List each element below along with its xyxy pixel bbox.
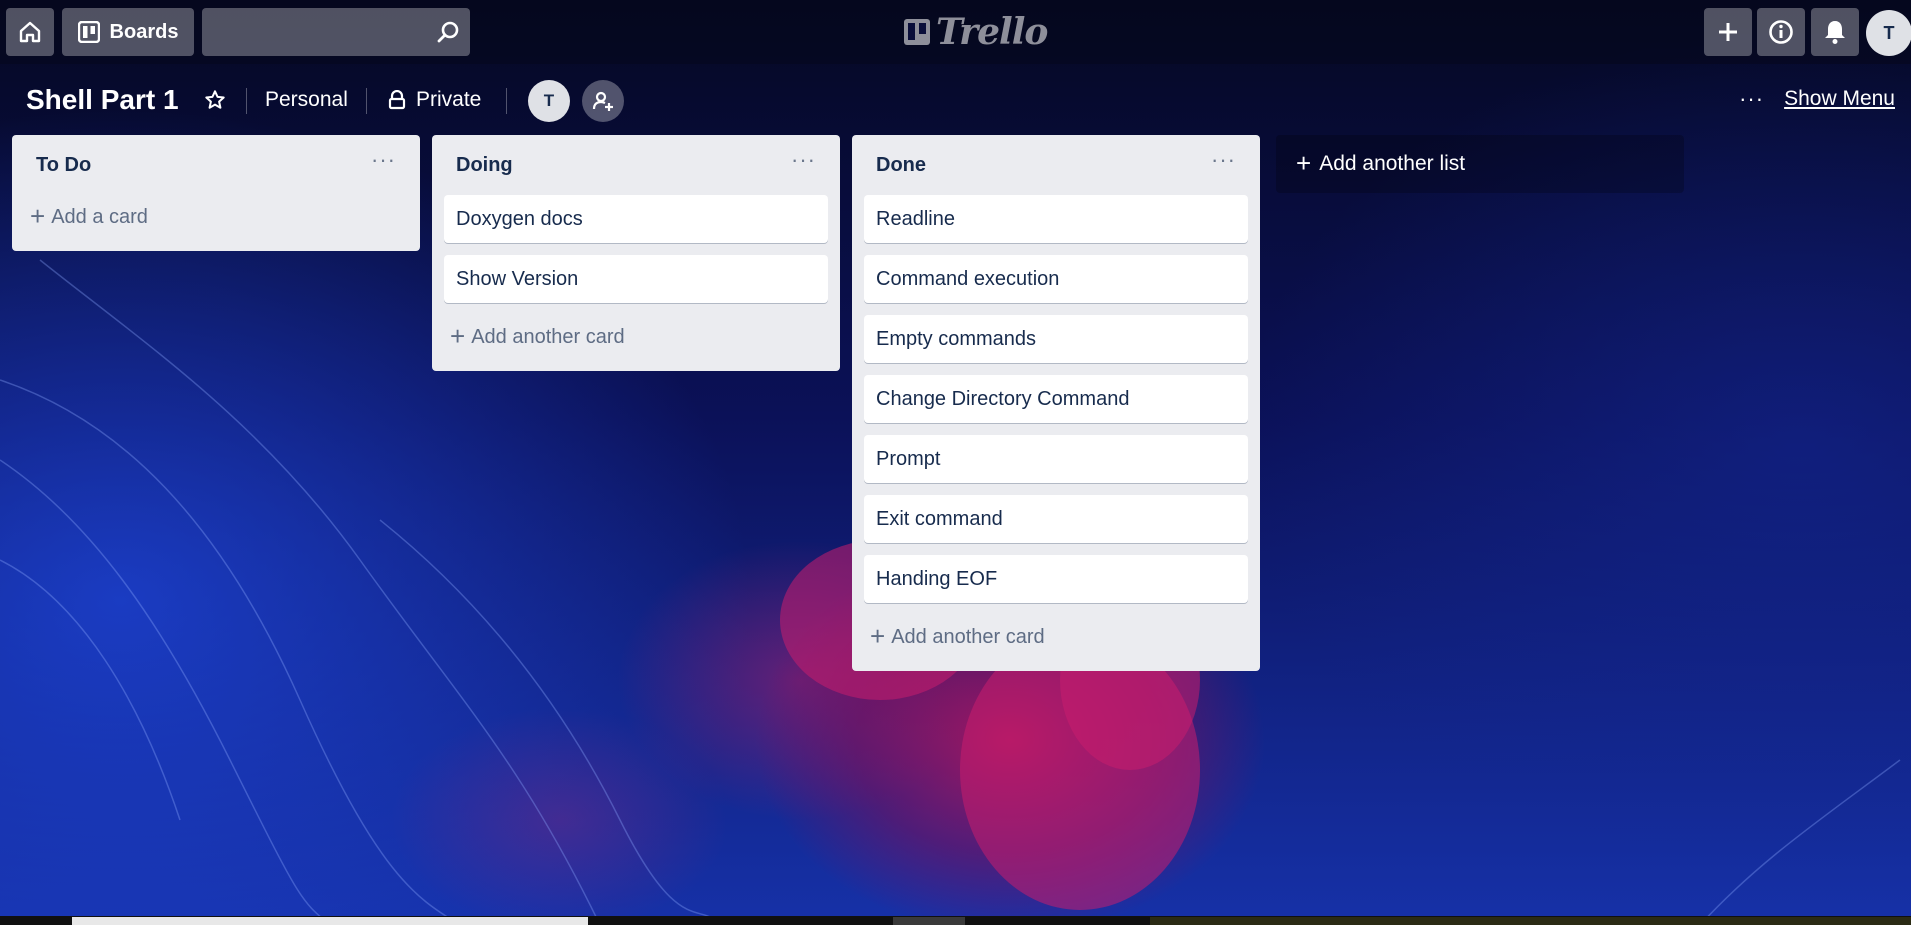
star-button[interactable] [204, 80, 230, 120]
boards-icon [77, 21, 100, 43]
list-header: Doing ··· [444, 135, 828, 195]
info-icon [1769, 20, 1793, 44]
list-header: To Do ··· [24, 135, 408, 195]
card[interactable]: Readline [864, 195, 1248, 243]
create-button[interactable] [1704, 8, 1752, 56]
plus-icon [1719, 23, 1737, 41]
privacy-label: Private [416, 88, 482, 111]
card[interactable]: Command execution [864, 255, 1248, 303]
plus-icon: + [450, 320, 466, 351]
home-icon [19, 21, 41, 43]
list-title[interactable]: To Do [36, 154, 91, 177]
list-menu-icon[interactable]: ··· [791, 149, 816, 171]
list-menu-icon[interactable]: ··· [371, 149, 396, 171]
more-icon: ··· [1739, 86, 1765, 111]
add-card-button[interactable]: + Add a card [24, 195, 408, 239]
member-avatar[interactable]: T [528, 80, 570, 122]
notifications-button[interactable] [1811, 8, 1859, 56]
search-icon[interactable] [436, 20, 460, 44]
add-member-icon [592, 91, 613, 111]
trello-logo[interactable]: Trello [904, 11, 1048, 53]
add-card-label: Add another card [471, 325, 625, 348]
top-navigation-bar: Boards Trello T [0, 0, 1911, 64]
bell-icon [1825, 21, 1845, 44]
boards-label: Boards [109, 20, 179, 43]
show-menu-label: Show Menu [1784, 87, 1895, 110]
taskbar-segment [72, 917, 588, 925]
add-card-label: Add a card [51, 205, 148, 228]
home-button[interactable] [6, 8, 54, 56]
privacy-button[interactable]: Private [388, 80, 481, 120]
list-menu-icon[interactable]: ··· [1211, 149, 1236, 171]
board-header: Shell Part 1 Personal Private T ··· Show… [0, 70, 1911, 128]
show-menu-button[interactable]: ··· Show Menu [1739, 86, 1895, 112]
add-card-button[interactable]: + Add another card [444, 315, 828, 359]
search-box[interactable] [202, 8, 470, 56]
card[interactable]: Doxygen docs [444, 195, 828, 243]
add-card-label: Add another card [891, 625, 1045, 648]
invite-button[interactable] [582, 80, 624, 122]
add-list-label: Add another list [1319, 152, 1466, 175]
search-input[interactable] [202, 8, 470, 56]
card[interactable]: Empty commands [864, 315, 1248, 363]
card[interactable]: Exit command [864, 495, 1248, 543]
list-title[interactable]: Doing [456, 154, 513, 177]
trello-logo-text: Trello [936, 11, 1048, 53]
team-visibility-label: Personal [265, 88, 348, 111]
card[interactable]: Prompt [864, 435, 1248, 483]
add-card-button[interactable]: + Add another card [864, 615, 1248, 659]
add-list-button[interactable]: + Add another list [1276, 135, 1684, 193]
plus-icon: + [870, 620, 886, 651]
info-button[interactable] [1757, 8, 1805, 56]
header-divider [246, 88, 247, 114]
boards-button[interactable]: Boards [62, 8, 194, 56]
plus-icon: + [30, 200, 46, 231]
star-icon [205, 90, 225, 109]
taskbar-segment [1150, 917, 1911, 925]
team-visibility-button[interactable]: Personal [265, 80, 348, 120]
card[interactable]: Change Directory Command [864, 375, 1248, 423]
card[interactable]: Handing EOF [864, 555, 1248, 603]
card[interactable]: Show Version [444, 255, 828, 303]
board-title[interactable]: Shell Part 1 [26, 84, 179, 116]
list-doing: Doing ··· Doxygen docs Show Version + Ad… [432, 135, 840, 371]
plus-icon: + [1296, 147, 1312, 178]
header-divider [366, 88, 367, 114]
trello-logo-icon [904, 19, 930, 45]
header-divider [506, 88, 507, 114]
taskbar [0, 916, 1911, 925]
lock-icon [388, 90, 406, 110]
list-to-do: To Do ··· + Add a card [12, 135, 420, 251]
list-title[interactable]: Done [876, 154, 926, 177]
user-avatar[interactable]: T [1866, 10, 1911, 56]
taskbar-segment [893, 917, 965, 925]
list-done: Done ··· Readline Command execution Empt… [852, 135, 1260, 671]
list-header: Done ··· [864, 135, 1248, 195]
